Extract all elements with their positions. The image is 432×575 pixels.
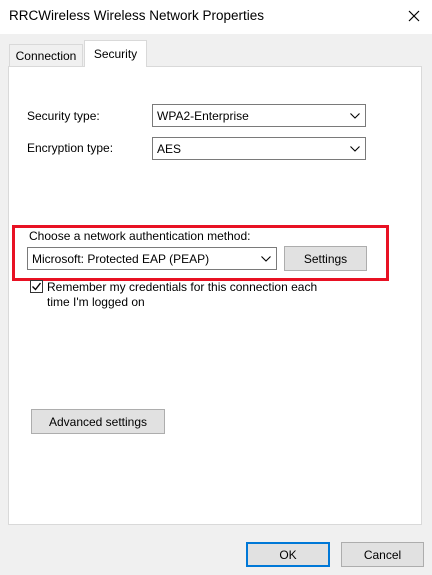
chevron-down-icon (345, 105, 365, 126)
advanced-settings-button[interactable]: Advanced settings (31, 409, 165, 434)
annotation-highlight-box (12, 225, 389, 281)
remember-credentials-label-line2: time I'm logged on (47, 295, 145, 309)
security-type-label: Security type: (27, 109, 100, 123)
encryption-type-label: Encryption type: (27, 141, 114, 155)
remember-credentials-checkbox[interactable] (30, 280, 43, 293)
tab-security-label: Security (93, 47, 138, 61)
close-button[interactable] (396, 0, 432, 32)
security-type-dropdown[interactable]: WPA2-Enterprise (152, 104, 366, 127)
encryption-type-dropdown[interactable]: AES (152, 137, 366, 160)
tab-connection[interactable]: Connection (9, 44, 83, 66)
title-bar: RRCWireless Wireless Network Properties (0, 0, 432, 34)
tab-security[interactable]: Security (84, 40, 147, 67)
security-type-value: WPA2-Enterprise (157, 108, 249, 123)
close-icon (408, 10, 420, 22)
remember-credentials-label-line1: Remember my credentials for this connect… (47, 280, 318, 294)
chevron-down-icon (345, 138, 365, 159)
tab-connection-label: Connection (15, 48, 77, 63)
cancel-button-label: Cancel (363, 547, 402, 562)
window-title: RRCWireless Wireless Network Properties (9, 8, 265, 23)
advanced-settings-button-label: Advanced settings (48, 414, 148, 429)
encryption-type-value: AES (157, 141, 182, 156)
ok-button[interactable]: OK (246, 542, 330, 567)
checkmark-icon (32, 282, 42, 291)
cancel-button[interactable]: Cancel (341, 542, 424, 567)
ok-button-label: OK (279, 547, 297, 562)
